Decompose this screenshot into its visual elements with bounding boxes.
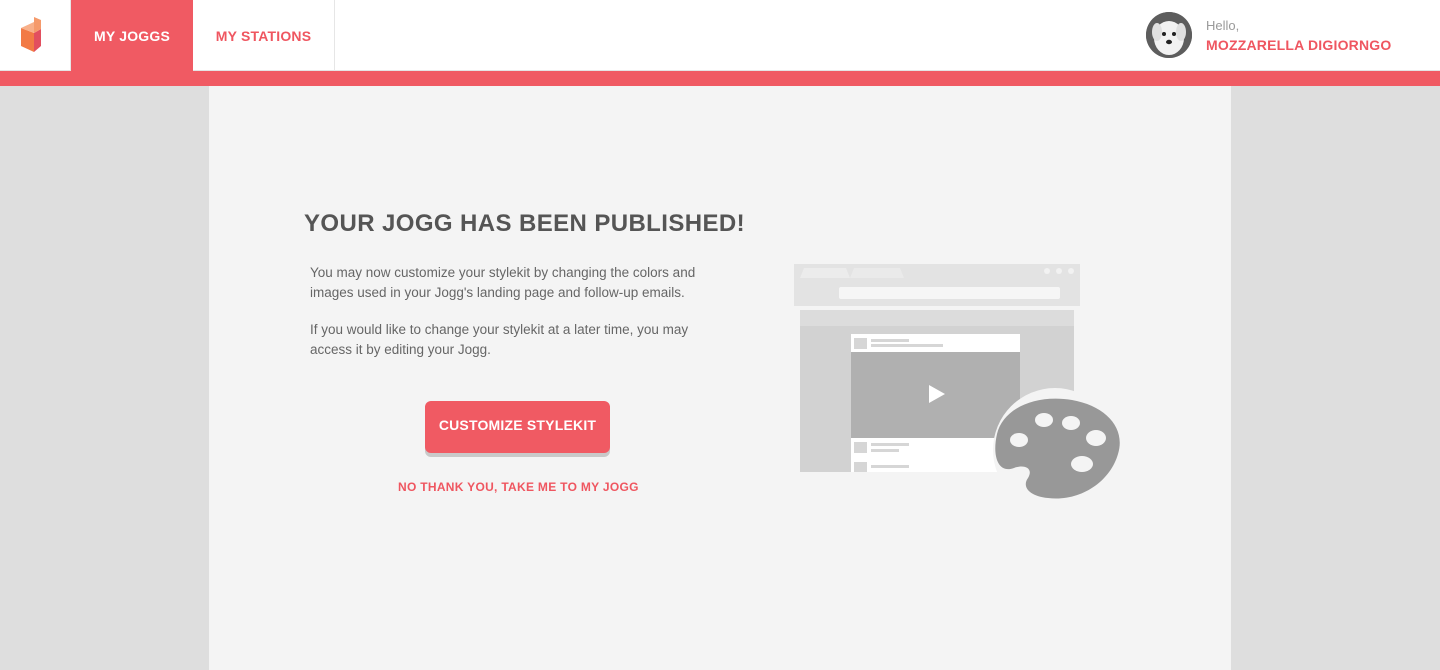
top-navigation-bar: MY JOGGS MY STATIONS Hello, MOZZARELLA D…: [0, 0, 1440, 71]
greeting-text: Hello,: [1206, 18, 1240, 33]
palette-icon: [993, 388, 1120, 512]
stylekit-illustration: [790, 260, 1125, 512]
customize-stylekit-button[interactable]: CUSTOMIZE STYLEKIT: [425, 401, 610, 453]
user-name[interactable]: MOZZARELLA DIGIORNGO: [1206, 37, 1391, 53]
skip-to-jogg-link[interactable]: NO THANK YOU, TAKE ME TO MY JOGG: [398, 480, 638, 494]
avatar[interactable]: [1146, 12, 1192, 58]
tab-my-stations[interactable]: MY STATIONS: [193, 0, 335, 71]
page-title: YOUR JOGG HAS BEEN PUBLISHED!: [304, 210, 745, 237]
description-paragraph-1: You may now customize your stylekit by c…: [310, 265, 696, 300]
jogg-logo-icon[interactable]: [0, 0, 71, 71]
accent-divider: [0, 71, 1440, 86]
tab-my-joggs[interactable]: MY JOGGS: [71, 0, 193, 71]
description-paragraph-2: If you would like to change your styleki…: [310, 322, 689, 357]
